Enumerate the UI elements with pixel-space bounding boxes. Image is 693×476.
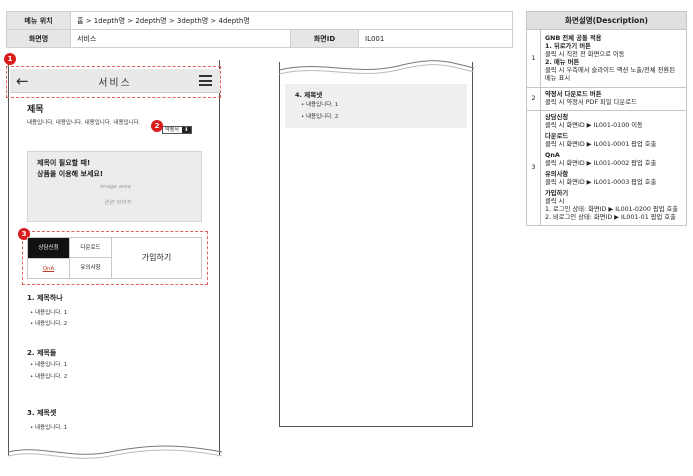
annotation-marker-1: 1 (4, 53, 16, 65)
list-item: • 내용입니다. 2 (301, 114, 339, 120)
list-item: • 내용입니다. 1 (30, 425, 68, 431)
list-item: • 내용입니다. 2 (30, 374, 68, 380)
desc-line: 클릭 시 화면ID ▶ IL001-0003 팝업 호출 (545, 179, 657, 186)
torn-edge (7, 445, 223, 459)
annotation-marker-2: 2 (151, 120, 163, 132)
page-title: 제목 (27, 105, 44, 115)
list-item: • 내용입니다. 2 (30, 321, 68, 327)
consult-button[interactable]: 상담신청 (28, 238, 70, 258)
list-item: • 내용입니다. 1 (301, 102, 339, 108)
banner-image-caption: 관련 이미지 (103, 200, 131, 206)
section-title: 3. 제목셋 (27, 409, 57, 417)
download-icon: ⬇ (181, 127, 191, 133)
promo-banner: 제목이 필요할 때! 상품을 이용해 보세요! image area 관련 이미… (27, 151, 202, 222)
desc-title: 가입하기 (545, 190, 569, 197)
notice-button[interactable]: 유의사항 (70, 258, 112, 278)
section-title: 2. 제목둘 (27, 349, 57, 357)
screen-name-label: 화면명 (6, 29, 71, 48)
desc-title: GNB 전체 공통 적용 (545, 34, 602, 42)
screen-id-label: 화면ID (290, 29, 359, 48)
banner-line-1: 제목이 필요할 때! (37, 159, 91, 167)
join-button[interactable]: 가입하기 (112, 238, 201, 278)
menu-location-value: 홈 > 1depth명 > 2depth명 > 3depth명 > 4depth… (70, 11, 513, 30)
screen-id-value: IL001 (358, 29, 513, 48)
terms-download-button[interactable]: 약정서 ⬇ (162, 126, 192, 134)
desc-line: 클릭 시 화면ID ▶ IL001-0001 팝업 호출 (545, 141, 657, 148)
desc-line: 2. 비로그인 상태: 화면ID ▶ IL001-01 팝업 호출 (545, 214, 676, 221)
desc-line: 클릭 시 직전 전 화면으로 이동 (545, 50, 625, 58)
desc-title: 상담신청 (545, 114, 569, 121)
desc-text: GNB 전체 공통 적용 1. 뒤로가기 버튼 클릭 시 직전 전 화면으로 이… (540, 29, 687, 88)
download-button[interactable]: 다운로드 (70, 238, 112, 258)
desc-text: 상담신청 클릭 시 화면ID ▶ IL001-0100 이동 다운로드 클릭 시 화… (540, 110, 687, 226)
desc-num: 3 (526, 110, 541, 226)
description-header: 화면설명(Description) (526, 11, 687, 30)
annotation-box-1 (6, 66, 221, 98)
meta-table: 메뉴 위치 홈 > 1depth명 > 2depth명 > 3depth명 > … (6, 11, 513, 48)
desc-line: 클릭 시 화면ID ▶ IL001-0100 이동 (545, 122, 643, 129)
list-item: • 내용입니다. 1 (30, 362, 68, 368)
torn-edge-top (278, 60, 475, 75)
desc-num: 1 (526, 29, 541, 88)
desc-num: 2 (526, 87, 541, 111)
desc-title: 다운로드 (545, 133, 569, 140)
section-panel-4: 4. 제목넷 • 내용입니다. 1 • 내용입니다. 2 (285, 84, 467, 128)
desc-text: 약정서 다운로드 버튼 클릭 시 약정서 PDF 파일 다운로드 (540, 87, 687, 111)
menu-location-label: 메뉴 위치 (6, 11, 71, 30)
section-title: 4. 제목넷 (295, 91, 323, 99)
terms-button-label: 약정서 (165, 127, 179, 133)
description-table: 화면설명(Description) 1 GNB 전체 공통 적용 1. 뒤로가기… (526, 11, 687, 226)
desc-title: 약정서 다운로드 버튼 (545, 91, 602, 98)
intro-text: 내용입니다. 내용입니다. 내용입니다. 내용입니다. (27, 120, 141, 126)
desc-line: 클릭 시 화면ID ▶ IL001-0002 팝업 호출 (545, 160, 657, 167)
desc-line: 클릭 시 약정서 PDF 파일 다운로드 (545, 99, 637, 106)
desc-title: 유의사항 (545, 171, 569, 178)
section-title: 1. 제목하나 (27, 294, 63, 302)
screen-name-value: 서비스 (70, 29, 291, 48)
list-item: • 내용입니다. 1 (30, 310, 68, 316)
banner-image-area: image area (99, 184, 131, 190)
desc-title: QnA (545, 152, 560, 159)
desc-line: 2. 메뉴 버튼 (545, 58, 580, 66)
desc-line: 클릭 시 (545, 198, 565, 205)
desc-line: 클릭 시 우측에서 슬라이드 액션 노출/전체 전환된 메뉴 표시 (545, 66, 675, 82)
qna-button[interactable]: QnA (28, 258, 70, 278)
desc-line: 1. 로그인 상태: 화면ID ▶ IL001-0200 팝업 호출 (545, 206, 679, 213)
banner-line-2: 상품을 이용해 보세요! (37, 170, 104, 178)
action-button-group: 상담신청 다운로드 QnA 유의사항 가입하기 (27, 237, 202, 279)
desc-line: 1. 뒤로가기 버튼 (545, 42, 591, 50)
